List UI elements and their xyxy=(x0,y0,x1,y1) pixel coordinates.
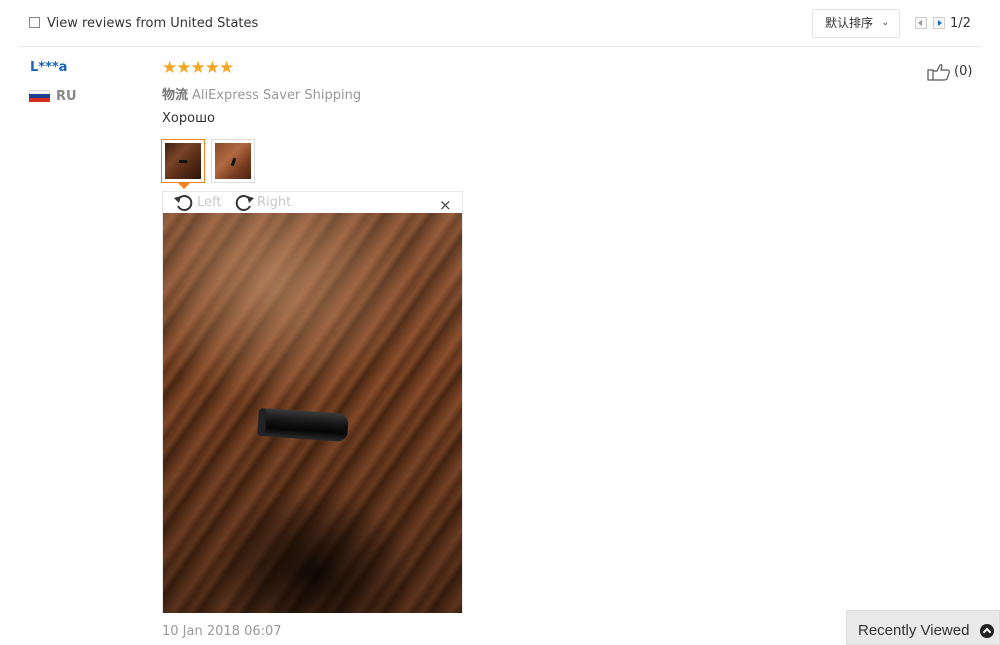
recently-viewed-toggle[interactable]: Recently Viewed xyxy=(846,610,1000,645)
page-indicator: 1/2 xyxy=(950,16,971,31)
shipping-method: AliExpress Saver Shipping xyxy=(192,88,362,103)
prev-page-button[interactable] xyxy=(915,17,927,29)
recently-viewed-label: Recently Viewed xyxy=(858,622,970,639)
helpful-button[interactable]: (0) xyxy=(927,63,987,83)
us-reviews-checkbox[interactable] xyxy=(29,17,40,28)
shipping-prefix: 物流 xyxy=(162,88,189,103)
sort-label: 默认排序 xyxy=(825,16,874,30)
country-flag-icon xyxy=(29,90,50,102)
reviewer-name[interactable]: L***a xyxy=(30,60,67,75)
review-photo-thumbnail[interactable] xyxy=(211,139,255,183)
rotate-right-label: Right xyxy=(257,195,292,210)
rotate-right-button[interactable]: Right xyxy=(233,192,323,214)
rotate-left-icon xyxy=(174,195,193,211)
review-photo-large xyxy=(163,213,462,613)
shipping-info: 物流 AliExpress Saver Shipping xyxy=(162,84,361,103)
star-rating: ★★★★★ xyxy=(162,58,234,78)
review-text: Хорошо xyxy=(162,111,215,126)
next-page-button[interactable] xyxy=(933,17,945,29)
helpful-count: (0) xyxy=(954,64,973,79)
rotate-left-label: Left xyxy=(197,195,222,210)
reviewer-country: RU xyxy=(56,89,77,104)
review-photo-thumbnail[interactable] xyxy=(161,139,205,183)
close-viewer-button[interactable]: × xyxy=(439,196,452,214)
arrow-left-icon xyxy=(918,20,922,26)
chevron-up-circle-icon xyxy=(980,624,994,638)
photo-viewer: Left Right × xyxy=(162,191,463,613)
sort-dropdown[interactable]: 默认排序 ⌄ xyxy=(812,9,900,38)
review-filter-bar: View reviews from United States 默认排序 ⌄ 1… xyxy=(18,0,982,47)
chevron-down-icon: ⌄ xyxy=(881,18,889,28)
selected-thumbnail-pointer xyxy=(178,183,190,189)
arrow-right-icon xyxy=(938,20,942,26)
review-timestamp: 10 Jan 2018 06:07 xyxy=(162,624,282,639)
us-reviews-label[interactable]: View reviews from United States xyxy=(47,16,258,31)
thumbs-up-icon xyxy=(927,64,950,81)
rotate-right-icon xyxy=(235,195,254,211)
